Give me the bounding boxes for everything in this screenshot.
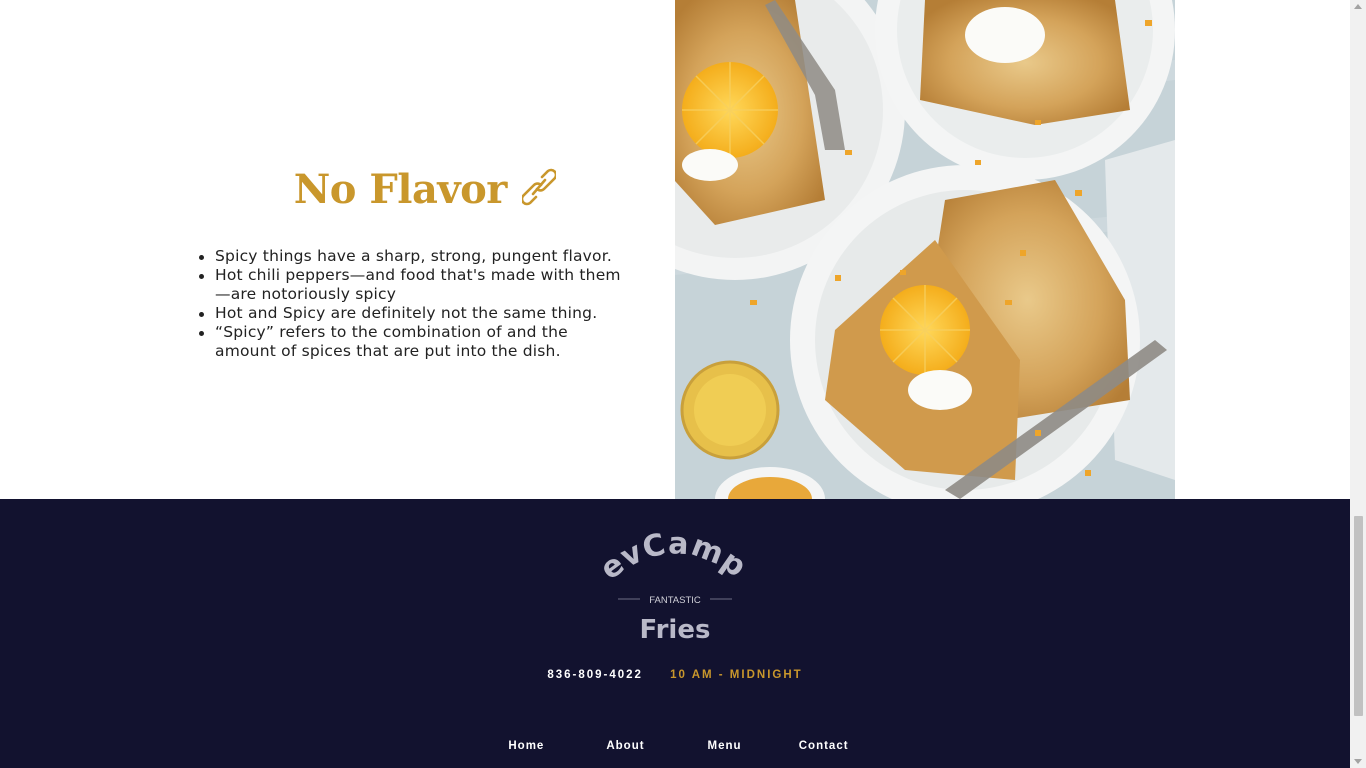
logo-line2: FANTASTIC bbox=[649, 595, 701, 606]
list-item: Hot chili peppers—and food that's made w… bbox=[199, 266, 625, 304]
scroll-up-arrow-icon[interactable] bbox=[1354, 4, 1362, 9]
nav-link-about[interactable]: About bbox=[578, 740, 672, 752]
text-column: No Flavor Spicy things have a sharp, str… bbox=[190, 0, 630, 499]
svg-text:DevCamp's: DevCamp's bbox=[590, 521, 753, 587]
link-icon[interactable] bbox=[521, 167, 558, 217]
list-item: Hot and Spicy are definitely not the sam… bbox=[199, 304, 625, 323]
nav-link-menu[interactable]: Menu bbox=[678, 740, 772, 752]
scroll-thumb[interactable] bbox=[1354, 516, 1363, 716]
nav-link-home[interactable]: Home bbox=[479, 740, 573, 752]
food-photo bbox=[675, 0, 1175, 499]
list-item: Spicy things have a sharp, strong, punge… bbox=[199, 247, 625, 266]
scroll-down-arrow-icon[interactable] bbox=[1354, 759, 1362, 764]
phone-number[interactable]: 836-809-4022 bbox=[547, 669, 643, 681]
footer-nav: Home About Menu Contact bbox=[0, 734, 1350, 753]
brand-logo[interactable]: DevCamp's FANTASTIC Fries bbox=[577, 494, 760, 656]
section-heading: No Flavor bbox=[190, 166, 660, 217]
section-heading-text: No Flavor bbox=[293, 166, 508, 213]
list-item: “Spicy” refers to the combination of and… bbox=[199, 323, 625, 361]
content-section: No Flavor Spicy things have a sharp, str… bbox=[0, 0, 1350, 499]
site-footer: DevCamp's FANTASTIC Fries 836-809-4022 1… bbox=[0, 494, 1350, 768]
page-scrollbar[interactable] bbox=[1350, 0, 1366, 768]
bullet-list: Spicy things have a sharp, strong, punge… bbox=[199, 247, 625, 361]
logo-line1: DevCamp's bbox=[577, 494, 752, 587]
opening-hours: 10 AM - MIDNIGHT bbox=[670, 669, 803, 681]
contact-row: 836-809-4022 10 AM - MIDNIGHT bbox=[0, 669, 1350, 681]
logo-line3: Fries bbox=[640, 615, 711, 645]
nav-link-contact[interactable]: Contact bbox=[777, 740, 871, 752]
